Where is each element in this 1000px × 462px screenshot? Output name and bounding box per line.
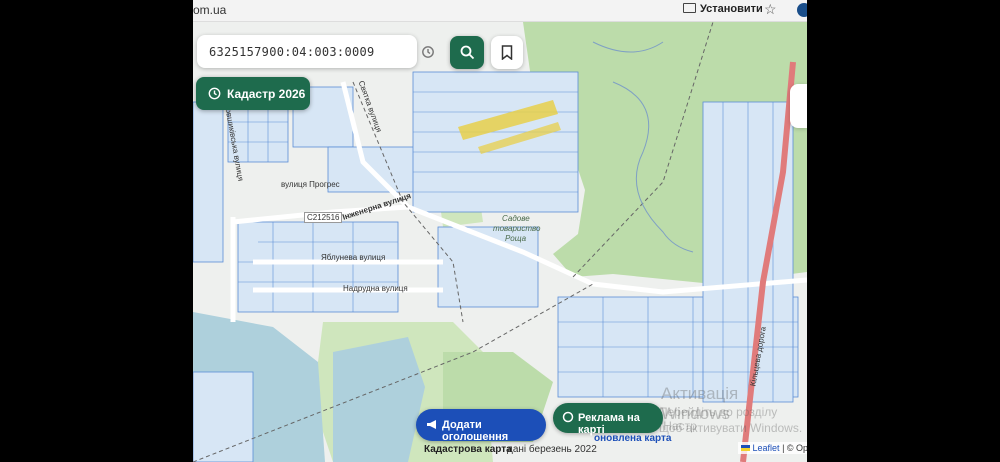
map-name: Кадастрова карта <box>424 444 512 455</box>
install-label: Установити <box>700 3 763 15</box>
leaflet-link[interactable]: Leaflet <box>753 443 780 453</box>
area-label: товариство <box>493 224 541 233</box>
star-icon[interactable]: ☆ <box>764 1 777 18</box>
add-listing-label: Додати оголошення <box>442 419 509 443</box>
updated-map-link[interactable]: оновлена карта <box>594 433 671 444</box>
area-label: Роща <box>505 234 527 243</box>
megaphone-icon <box>427 420 436 429</box>
parcel-block <box>193 101 224 263</box>
search-icon <box>460 45 475 60</box>
search-button[interactable] <box>450 36 484 69</box>
kadastr-button[interactable]: Кадастр 2026 <box>196 77 310 110</box>
history-icon[interactable] <box>421 45 435 59</box>
browser-bar: om.ua Установити ☆ <box>193 0 807 22</box>
street-label: Надрудна вулиця <box>343 284 408 293</box>
profile-icon[interactable] <box>797 3 807 17</box>
layers-control[interactable] <box>790 84 807 128</box>
circle-icon <box>562 411 574 423</box>
bookmark-icon <box>501 45 513 60</box>
ukraine-flag-icon <box>741 445 750 451</box>
pond <box>333 337 425 462</box>
road-code-label: С212516 <box>304 212 343 223</box>
osm-attribution[interactable]: | © Ope <box>782 443 807 453</box>
bookmark-button[interactable] <box>491 36 523 69</box>
add-listing-button[interactable]: Додати оголошення <box>416 409 546 443</box>
search-input[interactable]: 6325157900:04:003:0009 <box>209 45 375 59</box>
search-field[interactable]: 6325157900:04:003:0009 <box>197 35 434 68</box>
kadastr-label: Кадастр 2026 <box>227 87 306 101</box>
watermark-line: щоб активувати Windows. <box>659 421 803 435</box>
cadastral-map[interactable]: Святка вулиця Ковшиківська вулиця вулиця… <box>193 22 807 462</box>
street-label: Яблунева вулиця <box>321 253 386 262</box>
install-button[interactable]: Установити <box>683 3 763 15</box>
screen: om.ua Установити ☆ Святка вулиця Ковшикі… <box>193 0 807 462</box>
install-icon <box>683 3 696 13</box>
data-date: дані березень 2022 <box>507 444 597 455</box>
clock-icon <box>208 87 221 100</box>
ads-on-map-button[interactable]: Реклама на карті <box>553 403 663 436</box>
parcel-block <box>193 371 254 462</box>
area-label: Садове <box>502 214 530 223</box>
address-text[interactable]: om.ua <box>193 3 226 17</box>
map-attribution: Leaflet | © Ope <box>738 442 807 454</box>
street-label: вулиця Прогрес <box>281 180 340 189</box>
parcel-block <box>237 221 399 313</box>
